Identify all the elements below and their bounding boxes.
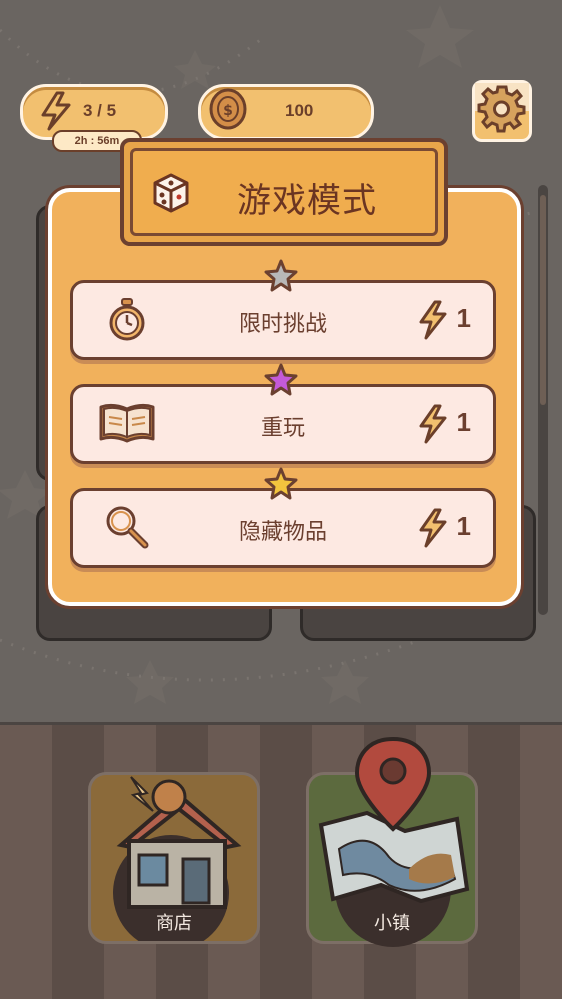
- lightning-icon: [41, 91, 71, 131]
- map-pin-icon: [318, 736, 470, 947]
- settings-button[interactable]: [472, 80, 532, 142]
- mode-cost: 1: [456, 511, 471, 541]
- energy-value: 3 / 5: [83, 101, 117, 120]
- coin-icon: $: [209, 88, 247, 130]
- svg-text:$: $: [223, 103, 233, 119]
- shop-label: 商店: [156, 913, 192, 934]
- lightning-icon: [419, 508, 447, 548]
- lightning-icon: [419, 300, 447, 340]
- dialog-header: 游戏模式: [120, 138, 448, 246]
- lightning-icon: [419, 404, 447, 444]
- grey-star-icon: [264, 259, 298, 292]
- dialog-title: 游戏模式: [237, 181, 377, 221]
- purple-star-icon: [264, 363, 298, 396]
- coin-counter[interactable]: $ 100: [198, 84, 374, 140]
- town-button[interactable]: 小镇: [306, 736, 478, 947]
- mode-cost: 1: [456, 407, 471, 437]
- mode-cost: 1: [456, 303, 471, 333]
- coin-value: 100: [285, 101, 314, 120]
- shop-button[interactable]: 商店: [88, 772, 260, 944]
- gear-icon: [475, 83, 529, 133]
- town-label: 小镇: [374, 913, 410, 934]
- dice-icon: [153, 173, 189, 213]
- scrollbar[interactable]: [538, 185, 548, 615]
- gold-star-icon: [264, 467, 298, 500]
